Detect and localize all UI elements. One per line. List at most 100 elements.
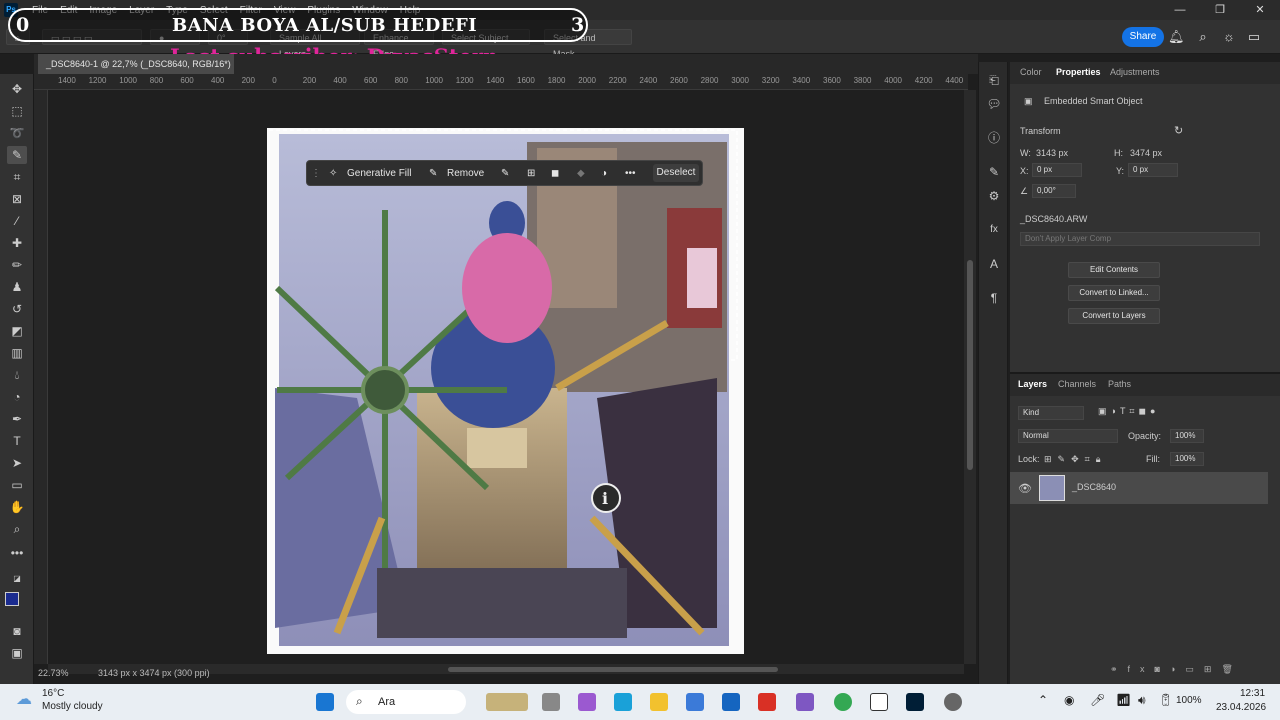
history-brush-icon[interactable]: ↺: [7, 300, 27, 318]
battery-percent[interactable]: 100%: [1176, 695, 1202, 706]
tab-color[interactable]: Color: [1020, 67, 1042, 77]
discover-icon[interactable]: ☼: [1221, 28, 1237, 46]
windows-start-icon[interactable]: [316, 693, 334, 711]
clock-date[interactable]: 23.04.2026: [1216, 702, 1266, 713]
more-options-icon[interactable]: •••: [625, 165, 636, 183]
layer-filter-icons[interactable]: ▣◑T⌗◼●: [1098, 406, 1159, 417]
lock-icons[interactable]: ⊞✎✥⌗🔒︎: [1044, 454, 1106, 465]
move-tool-icon[interactable]: ✥: [7, 80, 27, 98]
blur-tool-icon[interactable]: 💧︎: [7, 366, 27, 384]
deselect-button[interactable]: Deselect: [653, 164, 699, 182]
adjustments-panel-icon[interactable]: ⚙: [986, 188, 1002, 204]
file-explorer-icon[interactable]: [650, 693, 668, 711]
minimize-button[interactable]: —: [1160, 0, 1200, 20]
brushes-panel-icon[interactable]: ✎: [986, 164, 1002, 180]
crop-tool-icon[interactable]: ⌗: [7, 168, 27, 186]
clock-time[interactable]: 12:31: [1240, 688, 1265, 699]
convert-to-layers-button[interactable]: Convert to Layers: [1068, 308, 1160, 324]
quick-mask-icon[interactable]: ◙: [7, 622, 27, 640]
volume-icon[interactable]: 🔊︎: [1138, 693, 1146, 708]
healing-brush-icon[interactable]: ✚: [7, 234, 27, 252]
convert-to-linked-button[interactable]: Convert to Linked...: [1068, 285, 1160, 301]
gradient-tool-icon[interactable]: ▥: [7, 344, 27, 362]
angle-field[interactable]: 0,00°: [1032, 184, 1076, 198]
wifi-icon[interactable]: 📶︎: [1116, 693, 1131, 707]
edit-contents-button[interactable]: Edit Contents: [1068, 262, 1160, 278]
vertical-scroll-thumb[interactable]: [967, 260, 973, 470]
close-button[interactable]: ✕: [1240, 0, 1280, 20]
workspace-icon[interactable]: ▭: [1246, 28, 1262, 46]
remove-button[interactable]: Remove: [447, 165, 484, 183]
search-icon[interactable]: ⌕: [1195, 28, 1211, 46]
tab-layers[interactable]: Layers: [1018, 379, 1047, 389]
info-panel-icon[interactable]: ⓘ: [986, 130, 1002, 146]
wikipedia-icon[interactable]: [870, 693, 888, 711]
drag-handle-icon[interactable]: ⋮: [311, 165, 321, 183]
horizontal-scroll-thumb[interactable]: [448, 667, 778, 672]
search-highlight-icon[interactable]: [486, 693, 528, 711]
share-button[interactable]: Share: [1122, 27, 1164, 47]
copilot-icon[interactable]: [578, 693, 596, 711]
quick-selection-tool-icon[interactable]: ✎: [7, 146, 27, 164]
clone-stamp-icon[interactable]: ♟: [7, 278, 27, 296]
task-view-icon[interactable]: [542, 693, 560, 711]
vertical-scrollbar[interactable]: [964, 90, 976, 664]
more-tools-icon[interactable]: •••: [7, 544, 27, 562]
microphone-icon[interactable]: 🎤︎: [1090, 693, 1105, 707]
foreground-color-swatch[interactable]: [5, 592, 19, 606]
fill-selection-icon[interactable]: ◆: [577, 165, 585, 183]
character-panel-icon[interactable]: A: [986, 256, 1002, 272]
opacity-field[interactable]: 100%: [1170, 429, 1204, 443]
comments-panel-icon[interactable]: 💬︎: [986, 96, 1002, 112]
photoshop-taskbar-icon[interactable]: [906, 693, 924, 711]
gmail-icon[interactable]: [758, 693, 776, 711]
tab-adjustments[interactable]: Adjustments: [1110, 67, 1160, 77]
layer-footer-icons[interactable]: ⚭fx◙◑▭⊞🗑︎: [1110, 664, 1243, 675]
visibility-eye-icon[interactable]: 👁︎: [1018, 482, 1032, 495]
styles-panel-icon[interactable]: fx: [986, 222, 1002, 238]
weather-temperature[interactable]: 16°C: [42, 688, 64, 699]
eraser-tool-icon[interactable]: ◩: [7, 322, 27, 340]
zoom-level[interactable]: 22.73%: [38, 668, 69, 678]
outlook-icon[interactable]: [722, 693, 740, 711]
tab-paths[interactable]: Paths: [1108, 379, 1131, 389]
lasso-tool-icon[interactable]: ➰: [7, 124, 27, 142]
discord-tray-icon[interactable]: ◉: [1064, 693, 1074, 707]
pen-tool-icon[interactable]: ✒: [7, 410, 27, 428]
weather-description[interactable]: Mostly cloudy: [42, 701, 103, 712]
taskbar-search-box[interactable]: ⌕ Ara: [346, 690, 466, 714]
battery-icon[interactable]: 🔋︎: [1158, 693, 1173, 707]
chevron-up-icon[interactable]: ⌃: [1038, 693, 1048, 707]
reset-transform-icon[interactable]: ↻: [1174, 124, 1183, 137]
eyedropper-tool-icon[interactable]: ⁄: [7, 212, 27, 230]
adjustment-layer-icon[interactable]: ◑: [601, 165, 607, 183]
obs-icon[interactable]: [944, 693, 962, 711]
app-icon[interactable]: [796, 693, 814, 711]
document-tab[interactable]: _DSC8640-1 @ 22,7% (_DSC8640, RGB/16*): [38, 54, 234, 74]
bell-icon[interactable]: 🔔︎: [1168, 28, 1185, 46]
zoom-tool-icon[interactable]: ⌕: [7, 520, 27, 538]
layer-name[interactable]: _DSC8640: [1072, 482, 1116, 492]
marquee-tool-icon[interactable]: ⬚: [7, 102, 27, 120]
generative-fill-button[interactable]: Generative Fill: [347, 165, 411, 183]
layer-row[interactable]: 👁︎ _DSC8640: [1010, 472, 1268, 504]
hand-tool-icon[interactable]: ✋: [7, 498, 27, 516]
edge-browser-icon[interactable]: [614, 693, 632, 711]
y-field[interactable]: 0 px: [1128, 163, 1178, 177]
create-mask-icon[interactable]: ◼: [551, 165, 559, 183]
default-colors-icon[interactable]: ◪: [7, 570, 27, 588]
tab-channels[interactable]: Channels: [1058, 379, 1096, 389]
document-canvas[interactable]: i: [267, 128, 744, 654]
modify-selection-icon[interactable]: ✎: [501, 165, 509, 183]
height-value[interactable]: 3474 px: [1130, 148, 1162, 158]
rectangle-tool-icon[interactable]: ▭: [7, 476, 27, 494]
width-value[interactable]: 3143 px: [1036, 148, 1068, 158]
type-tool-icon[interactable]: T: [7, 432, 27, 450]
path-selection-icon[interactable]: ➤: [7, 454, 27, 472]
frame-tool-icon[interactable]: ⊠: [7, 190, 27, 208]
paragraph-panel-icon[interactable]: ¶: [986, 290, 1002, 306]
dodge-tool-icon[interactable]: ◔: [7, 388, 27, 406]
layer-comp-select[interactable]: Don't Apply Layer Comp: [1020, 232, 1260, 246]
blend-mode-select[interactable]: Normal: [1018, 429, 1118, 443]
x-field[interactable]: 0 px: [1032, 163, 1082, 177]
